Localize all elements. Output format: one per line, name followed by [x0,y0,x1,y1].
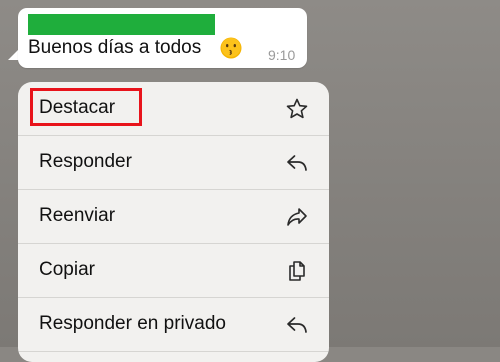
sender-name-redacted [28,14,215,35]
message-time: 9:10 [268,47,296,63]
kissing-face-emoji-icon [220,37,242,59]
menu-item-destacar[interactable]: Destacar [18,82,329,136]
menu-item-reenviar[interactable]: Reenviar [18,190,329,244]
menu-item-responder[interactable]: Responder [18,136,329,190]
reply-private-icon [287,317,307,333]
context-menu: Destacar Responder Reenviar Copiar Respo… [18,82,329,362]
message-text: Buenos días a todos [28,37,202,58]
forward-icon [287,208,307,226]
copy-icon [289,261,305,281]
menu-item-label: Copiar [39,259,95,280]
highlight-box [30,88,142,126]
reply-icon [287,155,307,171]
menu-item-label: Responder [39,151,132,172]
star-icon [286,98,308,119]
menu-item-label: Reenviar [39,205,116,226]
menu-item-responder-en-privado[interactable]: Responder en privado [18,298,329,352]
menu-item-copiar[interactable]: Copiar [18,244,329,298]
menu-item-label: Responder en privado [39,313,226,334]
